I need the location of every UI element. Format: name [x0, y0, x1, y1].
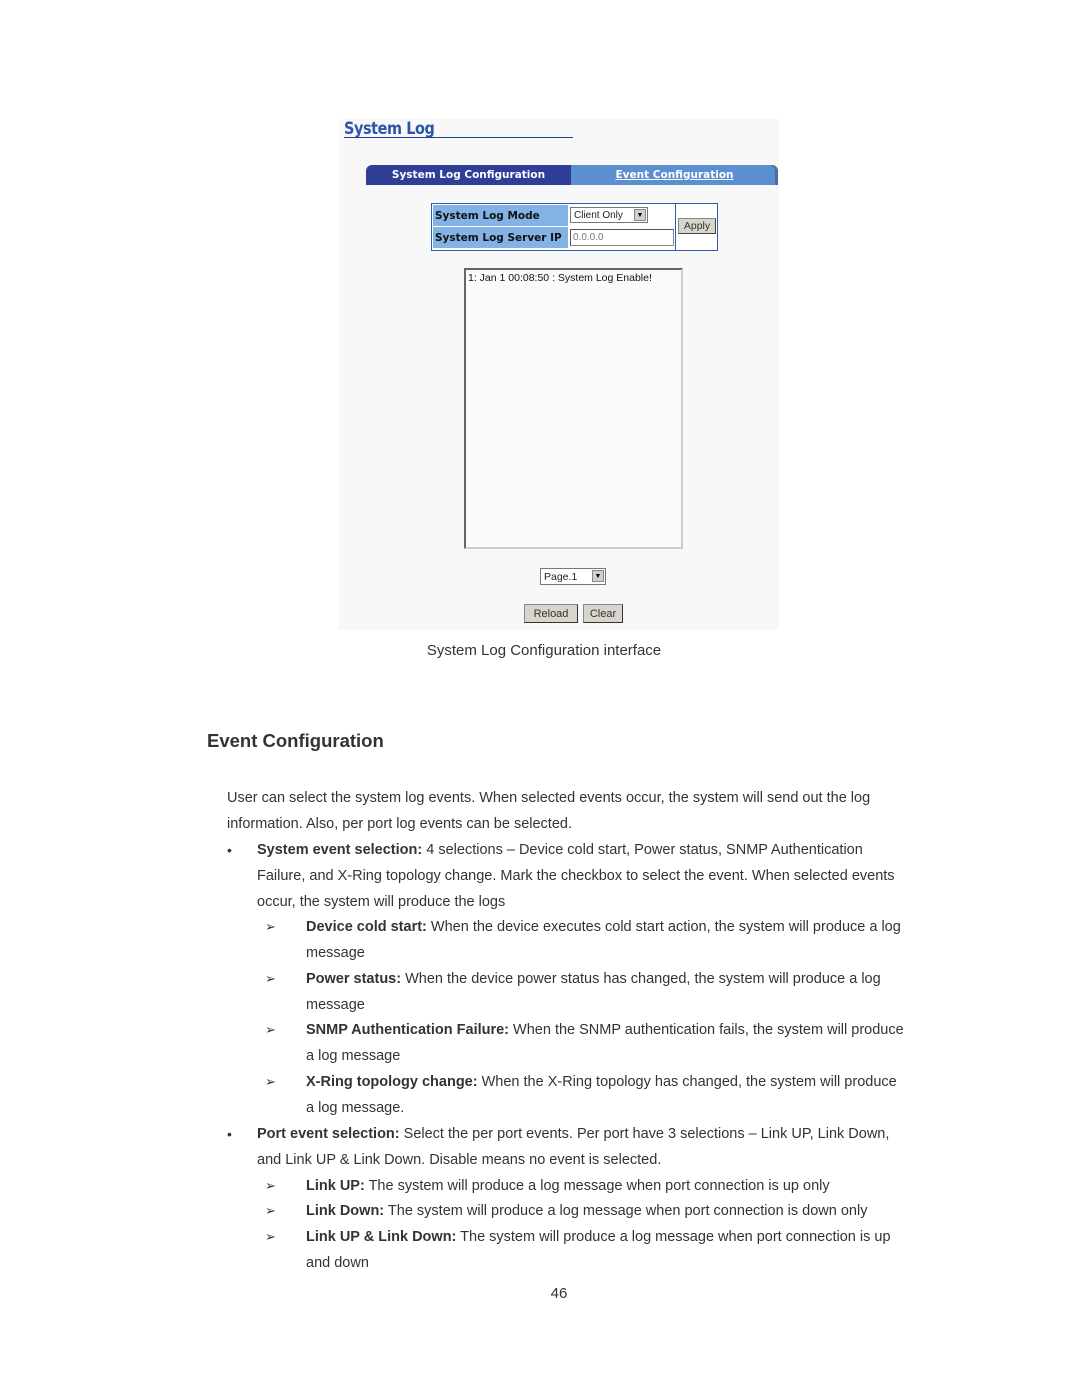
arrow-bullet-icon: ➢: [265, 919, 276, 934]
bullet-term: Port event selection:: [257, 1126, 400, 1142]
reload-button[interactable]: Reload: [524, 604, 578, 623]
chevron-down-icon[interactable]: ▼: [634, 209, 646, 221]
arrow-bullet-icon: ➢: [265, 1229, 276, 1244]
page-number: 46: [550, 1285, 568, 1302]
page-select[interactable]: Page.1 ▼: [540, 568, 606, 585]
system-log-server-ip-label: System Log Server IP: [433, 227, 568, 248]
sub-item-term: Link UP:: [306, 1178, 365, 1194]
tab-bar: System Log Configuration Event Configura…: [366, 165, 778, 185]
system-log-mode-value: Client Only: [574, 209, 623, 221]
bullet-text: Port event selection: Select the per por…: [257, 1121, 907, 1173]
system-log-server-ip-input[interactable]: 0.0.0.0: [570, 229, 674, 246]
sub-item-term: Link UP & Link Down:: [306, 1229, 457, 1245]
arrow-bullet-icon: ➢: [265, 971, 276, 986]
figure-caption: System Log Configuration interface: [426, 642, 662, 659]
sub-item-description: The system will produce a log message wh…: [364, 1178, 830, 1194]
sub-item-term: Power status:: [306, 971, 402, 987]
sub-item-term: Device cold start:: [306, 919, 427, 935]
bullet-term: System event selection:: [257, 842, 423, 858]
system-log-mode-label: System Log Mode: [433, 205, 568, 226]
divider: [675, 204, 676, 250]
arrow-bullet-icon: ➢: [265, 1178, 276, 1193]
sub-item-description: The system will produce a log message wh…: [384, 1203, 868, 1219]
system-log-mode-select[interactable]: Client Only ▼: [570, 207, 648, 223]
title-underline: [344, 137, 573, 138]
clear-button[interactable]: Clear: [583, 604, 623, 623]
arrow-bullet-icon: ➢: [265, 1074, 276, 1089]
log-entry: 1: Jan 1 00:08:50 : System Log Enable!: [468, 272, 652, 284]
arrow-bullet-icon: ➢: [265, 1203, 276, 1218]
intro-paragraph: User can select the system log events. W…: [227, 790, 871, 832]
bullet-icon: •: [227, 842, 232, 858]
sub-item-term: Link Down:: [306, 1203, 385, 1219]
tab-event-configuration[interactable]: Event Configuration: [571, 165, 778, 185]
section-title: Event Configuration: [207, 730, 384, 751]
page-select-value: Page.1: [544, 570, 578, 583]
system-log-title: System Log: [344, 119, 435, 139]
log-textarea[interactable]: 1: Jan 1 00:08:50 : System Log Enable!: [464, 268, 683, 549]
tab-system-log-configuration[interactable]: System Log Configuration: [366, 165, 571, 185]
sub-item-term: SNMP Authentication Failure:: [306, 1022, 510, 1038]
bullet-text: System event selection: 4 selections – D…: [257, 837, 907, 915]
sub-item-term: X-Ring topology change:: [306, 1074, 478, 1090]
chevron-down-icon[interactable]: ▼: [592, 570, 604, 582]
arrow-bullet-icon: ➢: [265, 1022, 276, 1037]
bullet-icon: •: [227, 1126, 232, 1142]
apply-button[interactable]: Apply: [678, 218, 716, 234]
config-table: System Log Mode Client Only ▼ System Log…: [431, 203, 718, 251]
system-log-screenshot: System Log System Log Configuration Even…: [339, 119, 779, 630]
